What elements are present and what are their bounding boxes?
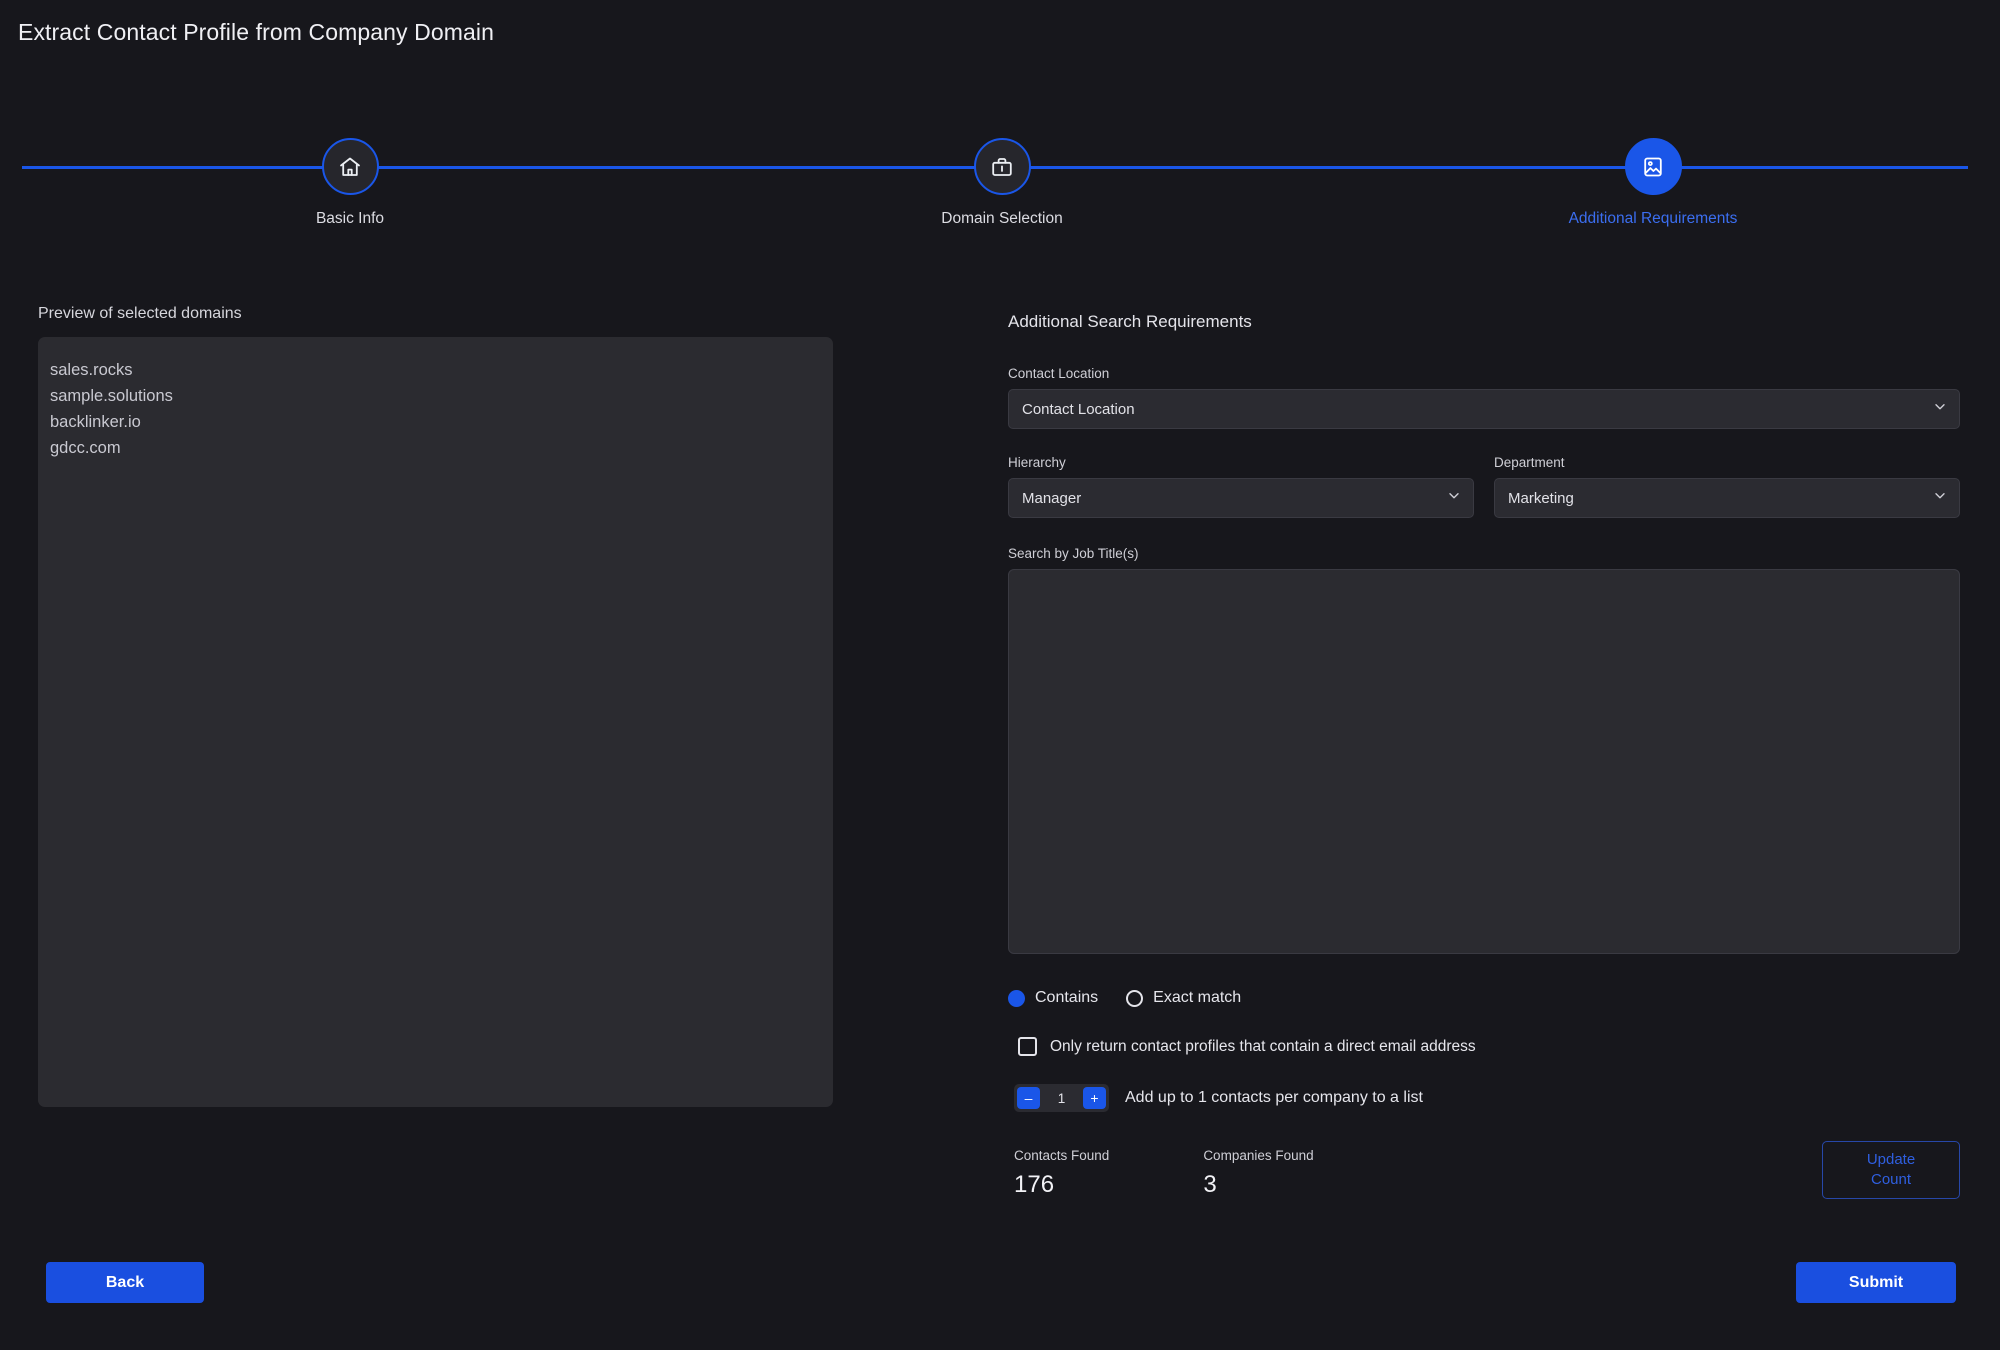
- decrement-button[interactable]: –: [1017, 1087, 1040, 1109]
- hierarchy-group: Hierarchy Manager: [1008, 455, 1474, 518]
- radio-contains[interactable]: Contains: [1008, 989, 1098, 1007]
- contact-location-group: Contact Location Contact Location: [1008, 366, 1960, 429]
- progress-stepper: Basic Info Domain Selection: [0, 138, 2000, 238]
- email-only-checkbox-row[interactable]: Only return contact profiles that contai…: [1008, 1037, 1960, 1056]
- increment-button[interactable]: +: [1083, 1087, 1106, 1109]
- radio-exact-match-label: Exact match: [1153, 989, 1241, 1007]
- per-company-row: – 1 + Add up to 1 contacts per company t…: [1008, 1084, 1960, 1112]
- update-count-button[interactable]: Update Count: [1822, 1141, 1960, 1199]
- radio-unselected-icon: [1126, 990, 1143, 1007]
- job-titles-label: Search by Job Title(s): [1008, 546, 1960, 561]
- email-only-label: Only return contact profiles that contai…: [1050, 1038, 1476, 1056]
- hierarchy-select[interactable]: Manager: [1008, 478, 1474, 518]
- contact-location-select-wrap: Contact Location: [1008, 389, 1960, 429]
- hierarchy-label: Hierarchy: [1008, 455, 1474, 470]
- step-label-domain-selection: Domain Selection: [892, 210, 1112, 228]
- step-label-additional-requirements: Additional Requirements: [1543, 210, 1763, 228]
- step-circle-basic-info[interactable]: [322, 138, 379, 195]
- companies-found-value: 3: [1203, 1171, 1313, 1199]
- list-item: backlinker.io: [50, 409, 821, 435]
- contacts-found-label: Contacts Found: [1014, 1148, 1109, 1163]
- department-group: Department Marketing: [1494, 455, 1960, 518]
- step-basic-info[interactable]: Basic Info: [240, 138, 460, 228]
- radio-selected-icon: [1008, 990, 1025, 1007]
- stats-row: Contacts Found 176 Companies Found 3 Upd…: [1008, 1148, 1960, 1226]
- per-company-label: Add up to 1 contacts per company to a li…: [1125, 1089, 1423, 1107]
- step-additional-requirements[interactable]: Additional Requirements: [1543, 138, 1763, 228]
- home-icon: [338, 155, 362, 179]
- department-select-wrap: Marketing: [1494, 478, 1960, 518]
- checkbox-unchecked-icon[interactable]: [1018, 1037, 1037, 1056]
- submit-button[interactable]: Submit: [1796, 1262, 1956, 1303]
- step-circle-domain-selection[interactable]: [974, 138, 1031, 195]
- list-item: sales.rocks: [50, 357, 821, 383]
- radio-exact-match[interactable]: Exact match: [1126, 989, 1241, 1007]
- list-item: gdcc.com: [50, 435, 821, 461]
- update-count-line1: Update: [1867, 1151, 1915, 1168]
- quantity-stepper[interactable]: – 1 +: [1014, 1084, 1109, 1112]
- page-title: Extract Contact Profile from Company Dom…: [18, 19, 494, 46]
- domain-preview-caption: Preview of selected domains: [38, 305, 833, 323]
- department-label: Department: [1494, 455, 1960, 470]
- quantity-value: 1: [1040, 1091, 1083, 1106]
- hierarchy-select-wrap: Manager: [1008, 478, 1474, 518]
- section-title: Additional Search Requirements: [1008, 312, 1960, 332]
- step-circle-additional-requirements[interactable]: [1625, 138, 1682, 195]
- image-icon: [1641, 155, 1665, 179]
- match-mode-group: Contains Exact match: [1008, 989, 1960, 1007]
- contacts-found-value: 176: [1014, 1171, 1109, 1199]
- domain-preview-panel: Preview of selected domains sales.rocks …: [38, 305, 833, 1107]
- app-root: Extract Contact Profile from Company Dom…: [0, 0, 2000, 1350]
- list-item: sample.solutions: [50, 383, 821, 409]
- back-button[interactable]: Back: [46, 1262, 204, 1303]
- briefcase-icon: [990, 155, 1014, 179]
- contact-location-label: Contact Location: [1008, 366, 1960, 381]
- contacts-found-stat: Contacts Found 176: [1014, 1148, 1109, 1199]
- additional-requirements-panel: Additional Search Requirements Contact L…: [1008, 312, 1960, 1226]
- step-label-basic-info: Basic Info: [240, 210, 460, 228]
- domain-list-box[interactable]: sales.rocks sample.solutions backlinker.…: [38, 337, 833, 1107]
- contact-location-select[interactable]: Contact Location: [1008, 389, 1960, 429]
- radio-contains-label: Contains: [1035, 989, 1098, 1007]
- step-domain-selection[interactable]: Domain Selection: [892, 138, 1112, 228]
- update-count-line2: Count: [1871, 1171, 1911, 1188]
- job-titles-input[interactable]: [1008, 569, 1960, 954]
- hierarchy-department-row: Hierarchy Manager Department Marketing: [1008, 455, 1960, 518]
- companies-found-label: Companies Found: [1203, 1148, 1313, 1163]
- department-select[interactable]: Marketing: [1494, 478, 1960, 518]
- companies-found-stat: Companies Found 3: [1203, 1148, 1313, 1199]
